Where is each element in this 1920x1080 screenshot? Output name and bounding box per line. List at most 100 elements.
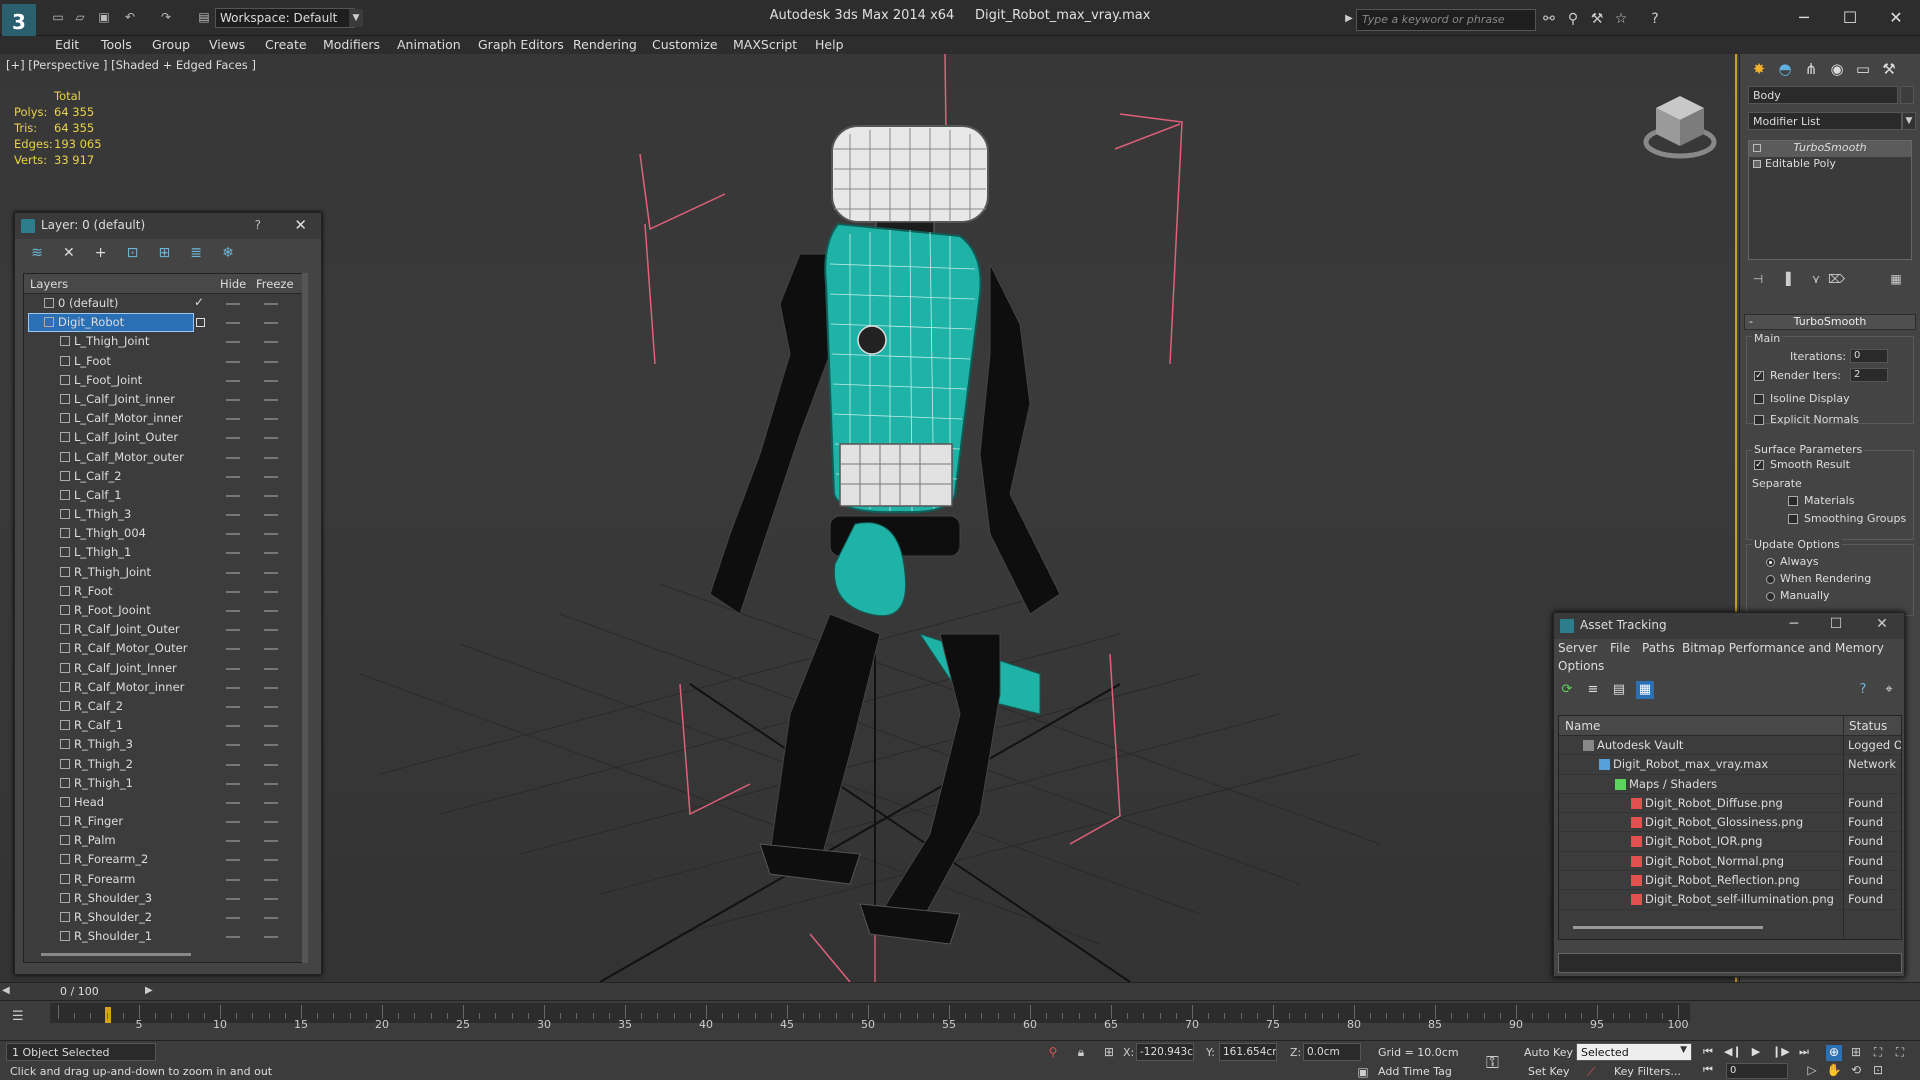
menu-edit[interactable]: Edit bbox=[55, 37, 79, 52]
menu-tools[interactable]: Tools bbox=[101, 37, 132, 52]
asset-row[interactable]: Digit_Robot_IOR.png Found bbox=[1559, 832, 1901, 852]
hide-toggle[interactable] bbox=[226, 648, 240, 651]
key-filters-icon[interactable]: ⟋ bbox=[1584, 1065, 1598, 1079]
show-end-result-icon[interactable]: ▐ bbox=[1778, 272, 1794, 288]
key-mode-icon[interactable]: ⏮ bbox=[1700, 1063, 1716, 1077]
freeze-toggle[interactable] bbox=[264, 456, 278, 459]
freeze-toggle[interactable] bbox=[264, 801, 278, 804]
asset-list[interactable]: Name Status Autodesk Vault Logged Out Digi… bbox=[1558, 715, 1902, 940]
modifier-stack[interactable]: TurboSmooth Editable Poly bbox=[1748, 140, 1912, 260]
previous-frame-icon[interactable]: ◀ bbox=[2, 985, 10, 996]
selection-lock-icon[interactable]: 🔒︎ bbox=[1074, 1045, 1088, 1059]
help-icon[interactable]: ? bbox=[255, 218, 261, 232]
close-icon[interactable]: ✕ bbox=[1862, 616, 1902, 632]
new-file-icon[interactable]: ▭ bbox=[50, 10, 66, 24]
asset-menu-server[interactable]: Server bbox=[1558, 641, 1597, 655]
save-file-icon[interactable]: ▣ bbox=[96, 10, 112, 24]
expand-icon[interactable] bbox=[1753, 160, 1761, 168]
freeze-toggle[interactable] bbox=[264, 763, 278, 766]
minimize-icon[interactable]: ─ bbox=[1782, 4, 1826, 32]
freeze-toggle[interactable] bbox=[264, 398, 278, 401]
iterations-spinner[interactable]: 0 bbox=[1850, 349, 1888, 363]
update-manually-radio[interactable] bbox=[1766, 592, 1775, 601]
hide-toggle[interactable] bbox=[226, 398, 240, 401]
previous-key-icon[interactable]: ◀❙ bbox=[1724, 1045, 1742, 1059]
stack-item-editable-poly[interactable]: Editable Poly bbox=[1749, 157, 1911, 173]
y-coordinate-field[interactable]: 161.654cm bbox=[1219, 1043, 1277, 1061]
freeze-toggle[interactable] bbox=[264, 514, 278, 517]
asset-menu-paths[interactable]: Paths bbox=[1642, 641, 1675, 655]
workspace-dropdown-arrow-icon[interactable]: ▼ bbox=[349, 9, 363, 27]
hide-toggle[interactable] bbox=[226, 744, 240, 747]
stack-item-turbosmooth[interactable]: TurboSmooth bbox=[1749, 141, 1911, 157]
menu-help[interactable]: Help bbox=[815, 37, 844, 52]
freeze-toggle[interactable] bbox=[264, 821, 278, 824]
modify-tab-icon[interactable]: ◓ bbox=[1774, 58, 1796, 80]
freeze-toggle[interactable] bbox=[264, 341, 278, 344]
hide-toggle[interactable] bbox=[226, 782, 240, 785]
hide-toggle[interactable] bbox=[226, 897, 240, 900]
freeze-toggle[interactable] bbox=[264, 686, 278, 689]
layer-row[interactable]: L_Calf_Joint_inner bbox=[24, 390, 306, 409]
hide-toggle[interactable] bbox=[226, 629, 240, 632]
curve-editor-icon[interactable]: ☰ bbox=[12, 1009, 24, 1024]
asset-row[interactable]: Digit_Robot_Normal.png Found bbox=[1559, 852, 1901, 872]
layer-row[interactable]: R_Palm bbox=[24, 831, 306, 850]
vertical-scrollbar[interactable] bbox=[302, 273, 308, 963]
freeze-toggle[interactable] bbox=[264, 437, 278, 440]
freeze-toggle[interactable] bbox=[264, 705, 278, 708]
isoline-display-checkbox[interactable] bbox=[1754, 394, 1764, 404]
add-to-layer-icon[interactable]: + bbox=[91, 243, 111, 263]
set-key-button[interactable]: Set Key bbox=[1528, 1065, 1570, 1078]
absolute-mode-icon[interactable]: ⊞ bbox=[1102, 1045, 1116, 1059]
smooth-result-checkbox[interactable]: ✓ bbox=[1754, 460, 1764, 470]
hide-toggle[interactable] bbox=[226, 418, 240, 421]
freeze-toggle[interactable] bbox=[264, 418, 278, 421]
hide-toggle[interactable] bbox=[226, 686, 240, 689]
key-selection-dropdown[interactable]: Selected ▼ bbox=[1576, 1043, 1692, 1061]
pin-stack-icon[interactable]: ⊣ bbox=[1750, 272, 1766, 288]
layer-row[interactable]: R_Thigh_3 bbox=[24, 735, 306, 754]
hide-toggle[interactable] bbox=[226, 571, 240, 574]
hide-toggle[interactable] bbox=[226, 725, 240, 728]
asset-tracking-header[interactable]: Asset Tracking ─ ☐ ✕ bbox=[1554, 613, 1904, 639]
hide-toggle[interactable] bbox=[226, 552, 240, 555]
layer-list[interactable]: Layers Hide Freeze 0 (default) ✓ Digit_Rob… bbox=[23, 273, 307, 963]
go-to-end-icon[interactable]: ⏭ bbox=[1796, 1045, 1812, 1059]
menu-maxscript[interactable]: MAXScript bbox=[733, 37, 797, 52]
hide-toggle[interactable] bbox=[226, 322, 240, 325]
layer-row[interactable]: L_Calf_1 bbox=[24, 486, 306, 505]
freeze-toggle[interactable] bbox=[264, 917, 278, 919]
column-status[interactable]: Status bbox=[1849, 719, 1887, 733]
horizontal-scrollbar[interactable] bbox=[1573, 926, 1763, 929]
menu-rendering[interactable]: Rendering bbox=[573, 37, 637, 52]
freeze-toggle[interactable] bbox=[264, 475, 278, 478]
asset-row[interactable]: Digit_Robot_Reflection.png Found bbox=[1559, 871, 1901, 891]
asset-row[interactable]: Autodesk Vault Logged Out bbox=[1559, 736, 1901, 756]
hide-toggle[interactable] bbox=[226, 514, 240, 517]
pin-icon[interactable]: ⌖ bbox=[1880, 681, 1898, 699]
freeze-toggle[interactable] bbox=[264, 379, 278, 382]
hide-toggle[interactable] bbox=[226, 456, 240, 459]
hide-toggle[interactable] bbox=[226, 610, 240, 612]
layer-row[interactable]: R_Calf_Motor_inner bbox=[24, 678, 306, 697]
chevron-down-icon[interactable]: ▼ bbox=[1902, 112, 1916, 130]
update-when-rendering-radio[interactable] bbox=[1766, 575, 1775, 584]
freeze-toggle[interactable] bbox=[264, 494, 278, 497]
column-freeze[interactable]: Freeze bbox=[256, 277, 294, 291]
asset-menu-file[interactable]: File bbox=[1610, 641, 1630, 655]
freeze-toggle[interactable] bbox=[264, 782, 278, 785]
menu-graph-editors[interactable]: Graph Editors bbox=[478, 37, 564, 52]
layer-row[interactable]: L_Calf_Motor_outer bbox=[24, 448, 306, 467]
hide-toggle[interactable] bbox=[226, 801, 240, 804]
configure-modifier-sets-icon[interactable]: ▦ bbox=[1888, 272, 1904, 288]
freeze-toggle[interactable] bbox=[264, 859, 278, 862]
hide-toggle[interactable] bbox=[226, 437, 240, 440]
layer-row[interactable]: Head bbox=[24, 793, 306, 812]
layer-row[interactable]: 0 (default) ✓ bbox=[24, 294, 306, 313]
column-layers[interactable]: Layers bbox=[30, 277, 68, 291]
asset-row[interactable]: Digit_Robot_self-illumination.png Found bbox=[1559, 890, 1901, 910]
menu-create[interactable]: Create bbox=[265, 37, 307, 52]
workspace-dropdown[interactable]: Workspace: Default bbox=[215, 8, 355, 28]
layer-row[interactable]: L_Foot_Joint bbox=[24, 371, 306, 390]
